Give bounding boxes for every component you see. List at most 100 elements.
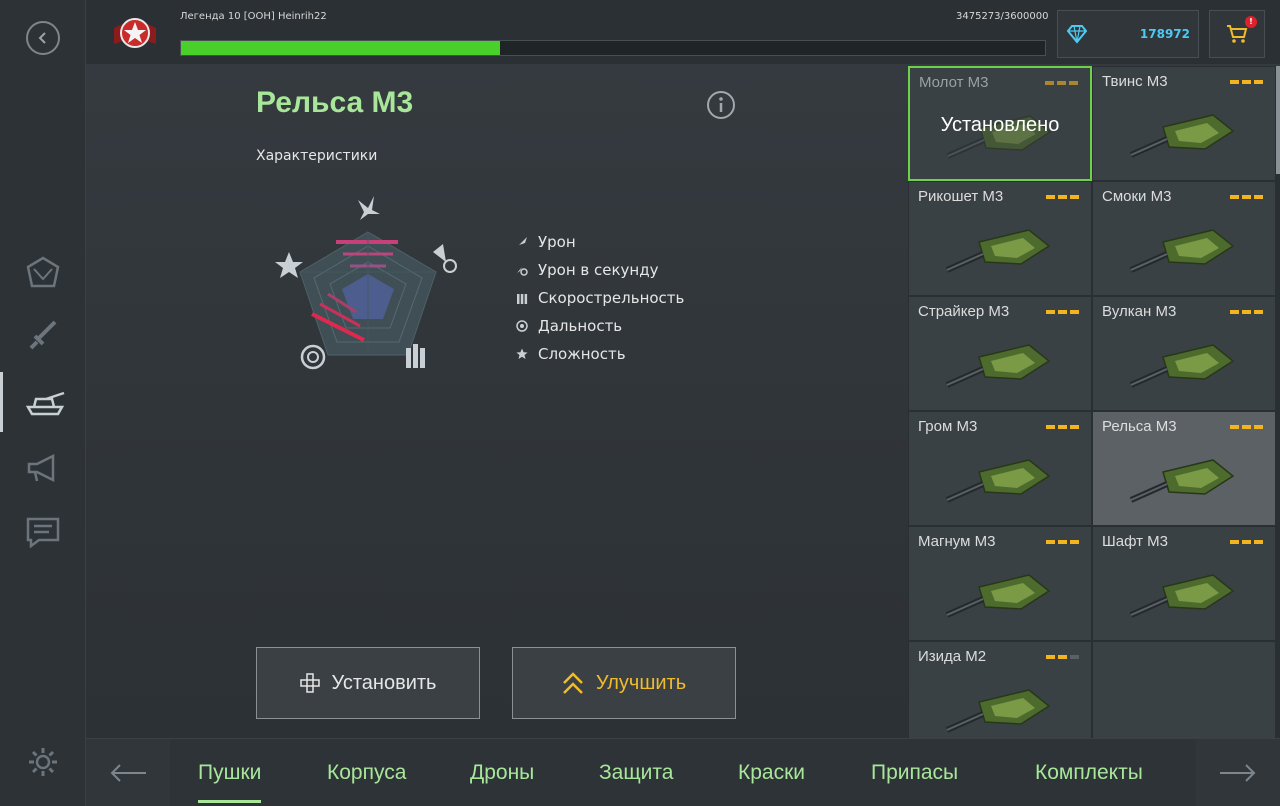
weapon-preview-image — [1123, 212, 1243, 286]
weapon-card[interactable]: Шафт М3 — [1092, 526, 1276, 641]
info-icon[interactable] — [706, 90, 736, 120]
weapon-name: Рельса М3 — [1102, 418, 1177, 435]
tab-5[interactable]: Припасы — [871, 739, 958, 806]
level-dash — [1045, 81, 1054, 85]
level-dash — [1242, 540, 1251, 544]
level-dash — [1230, 195, 1239, 199]
megaphone-icon — [27, 453, 55, 483]
level-dash — [1254, 195, 1263, 199]
upgrade-level-indicator — [1046, 655, 1079, 659]
tabs-next-button[interactable] — [1196, 739, 1280, 806]
weapon-card[interactable]: Молот М3 Установлено — [908, 66, 1092, 181]
weapon-card[interactable]: Рельса М3 — [1092, 411, 1276, 526]
nav-garage-button[interactable] — [0, 372, 86, 432]
weapon-preview-image — [1123, 557, 1243, 631]
weapon-card[interactable]: Рикошет М3 — [908, 181, 1092, 296]
weapon-name: Гром М3 — [918, 418, 978, 435]
radar-damage-icon — [358, 196, 380, 220]
level-dash — [1070, 195, 1079, 199]
legend-difficulty-label: Сложность — [538, 345, 626, 363]
stats-radar-chart — [275, 196, 457, 370]
tab-2[interactable]: Дроны — [470, 739, 534, 806]
cart-icon — [1227, 25, 1248, 43]
dps-icon — [516, 262, 538, 278]
level-dash — [1230, 80, 1239, 84]
level-dash — [1046, 540, 1055, 544]
upgrade-chevrons-icon — [562, 671, 584, 695]
top-bar: Легенда 10 [ООН] Heinrih22 3475273/36000… — [86, 0, 1280, 64]
level-dash — [1046, 425, 1055, 429]
upgrade-level-indicator — [1046, 540, 1079, 544]
upgrade-label: Улучшить — [595, 671, 687, 694]
weapon-name: Страйкер М3 — [918, 303, 1010, 320]
crown-icon — [26, 256, 60, 288]
arrow-right-icon — [1220, 764, 1256, 782]
level-dash — [1070, 425, 1079, 429]
legend-dps: Урон в секунду — [516, 256, 684, 284]
grid-scroll-thumb[interactable] — [1276, 66, 1280, 174]
legend-range: Дальность — [516, 312, 684, 340]
range-icon — [516, 318, 538, 334]
left-nav — [0, 0, 86, 806]
level-dash — [1230, 425, 1239, 429]
garage-screen: Легенда 10 [ООН] Heinrih22 3475273/36000… — [0, 0, 1280, 806]
weapon-card[interactable]: Страйкер М3 — [908, 296, 1092, 411]
weapon-card[interactable]: Гром М3 — [908, 411, 1092, 526]
weapon-name: Магнум М3 — [918, 533, 996, 550]
weapon-preview-image — [1123, 327, 1243, 401]
level-dash — [1058, 540, 1067, 544]
weapon-name: Рикошет М3 — [918, 188, 1004, 205]
level-dash — [1254, 310, 1263, 314]
tab-4[interactable]: Краски — [738, 739, 805, 806]
level-dash — [1254, 540, 1263, 544]
nav-news-button[interactable] — [0, 438, 86, 498]
tabs-prev-button[interactable] — [86, 739, 170, 806]
sword-icon — [29, 320, 57, 350]
upgrade-level-indicator — [1230, 195, 1263, 199]
legend-difficulty: Сложность — [516, 340, 684, 368]
weapon-card[interactable]: Изида М2235600 — [908, 641, 1092, 738]
level-dash — [1070, 655, 1079, 659]
upgrade-button[interactable]: Улучшить — [512, 647, 736, 719]
empty-card-slot — [1092, 641, 1276, 738]
grid-scrollbar[interactable] — [1276, 66, 1280, 738]
back-arrow-icon — [26, 21, 60, 55]
level-dash — [1070, 540, 1079, 544]
upgrade-level-indicator — [1230, 540, 1263, 544]
nav-battle-button[interactable] — [0, 306, 86, 366]
weapon-name: Вулкан М3 — [1102, 303, 1177, 320]
level-dash — [1070, 310, 1079, 314]
level-dash — [1058, 310, 1067, 314]
tab-6[interactable]: Комплекты — [1035, 739, 1143, 806]
installed-label: Установлено — [940, 114, 1060, 136]
weapon-card[interactable]: Вулкан М3 — [1092, 296, 1276, 411]
nav-shop-button[interactable] — [0, 242, 86, 302]
level-dash — [1242, 195, 1251, 199]
level-dash — [1058, 195, 1067, 199]
weapon-card[interactable]: Магнум М3 — [908, 526, 1092, 641]
upgrade-level-indicator — [1046, 310, 1079, 314]
level-dash — [1058, 655, 1067, 659]
tab-1[interactable]: Корпуса — [327, 739, 406, 806]
category-tabs: Пушки Корпуса Дроны Защита Краски Припасы Комп… — [86, 738, 1280, 806]
shop-cart-button[interactable]: ! — [1209, 10, 1265, 58]
weapon-card[interactable]: Смоки М3 — [1092, 181, 1276, 296]
weapon-name: Смоки М3 — [1102, 188, 1172, 205]
tab-3[interactable]: Защита — [599, 739, 673, 806]
legend-firerate-label: Скорострельность — [538, 289, 685, 307]
install-button[interactable]: Установить — [256, 647, 480, 719]
settings-button[interactable] — [0, 732, 86, 792]
stats-legend: Урон Урон в секунду Скорострельность Дал… — [516, 228, 684, 368]
upgrade-level-indicator — [1230, 310, 1263, 314]
level-dash — [1230, 540, 1239, 544]
nav-chat-button[interactable] — [0, 502, 86, 562]
weapon-preview-image — [1123, 442, 1243, 516]
legend-dps-label: Урон в секунду — [538, 261, 659, 279]
level-dash — [1254, 425, 1263, 429]
weapons-grid: Молот М3 Установлено Твинс М3 Рикошет М3 Смо… — [908, 66, 1276, 738]
back-button[interactable] — [0, 8, 86, 68]
crystals-balance: 178972 — [1139, 27, 1190, 41]
crystals-button[interactable]: 178972 — [1057, 10, 1199, 58]
tab-0[interactable]: Пушки — [198, 739, 262, 806]
weapon-card[interactable]: Твинс М3 — [1092, 66, 1276, 181]
